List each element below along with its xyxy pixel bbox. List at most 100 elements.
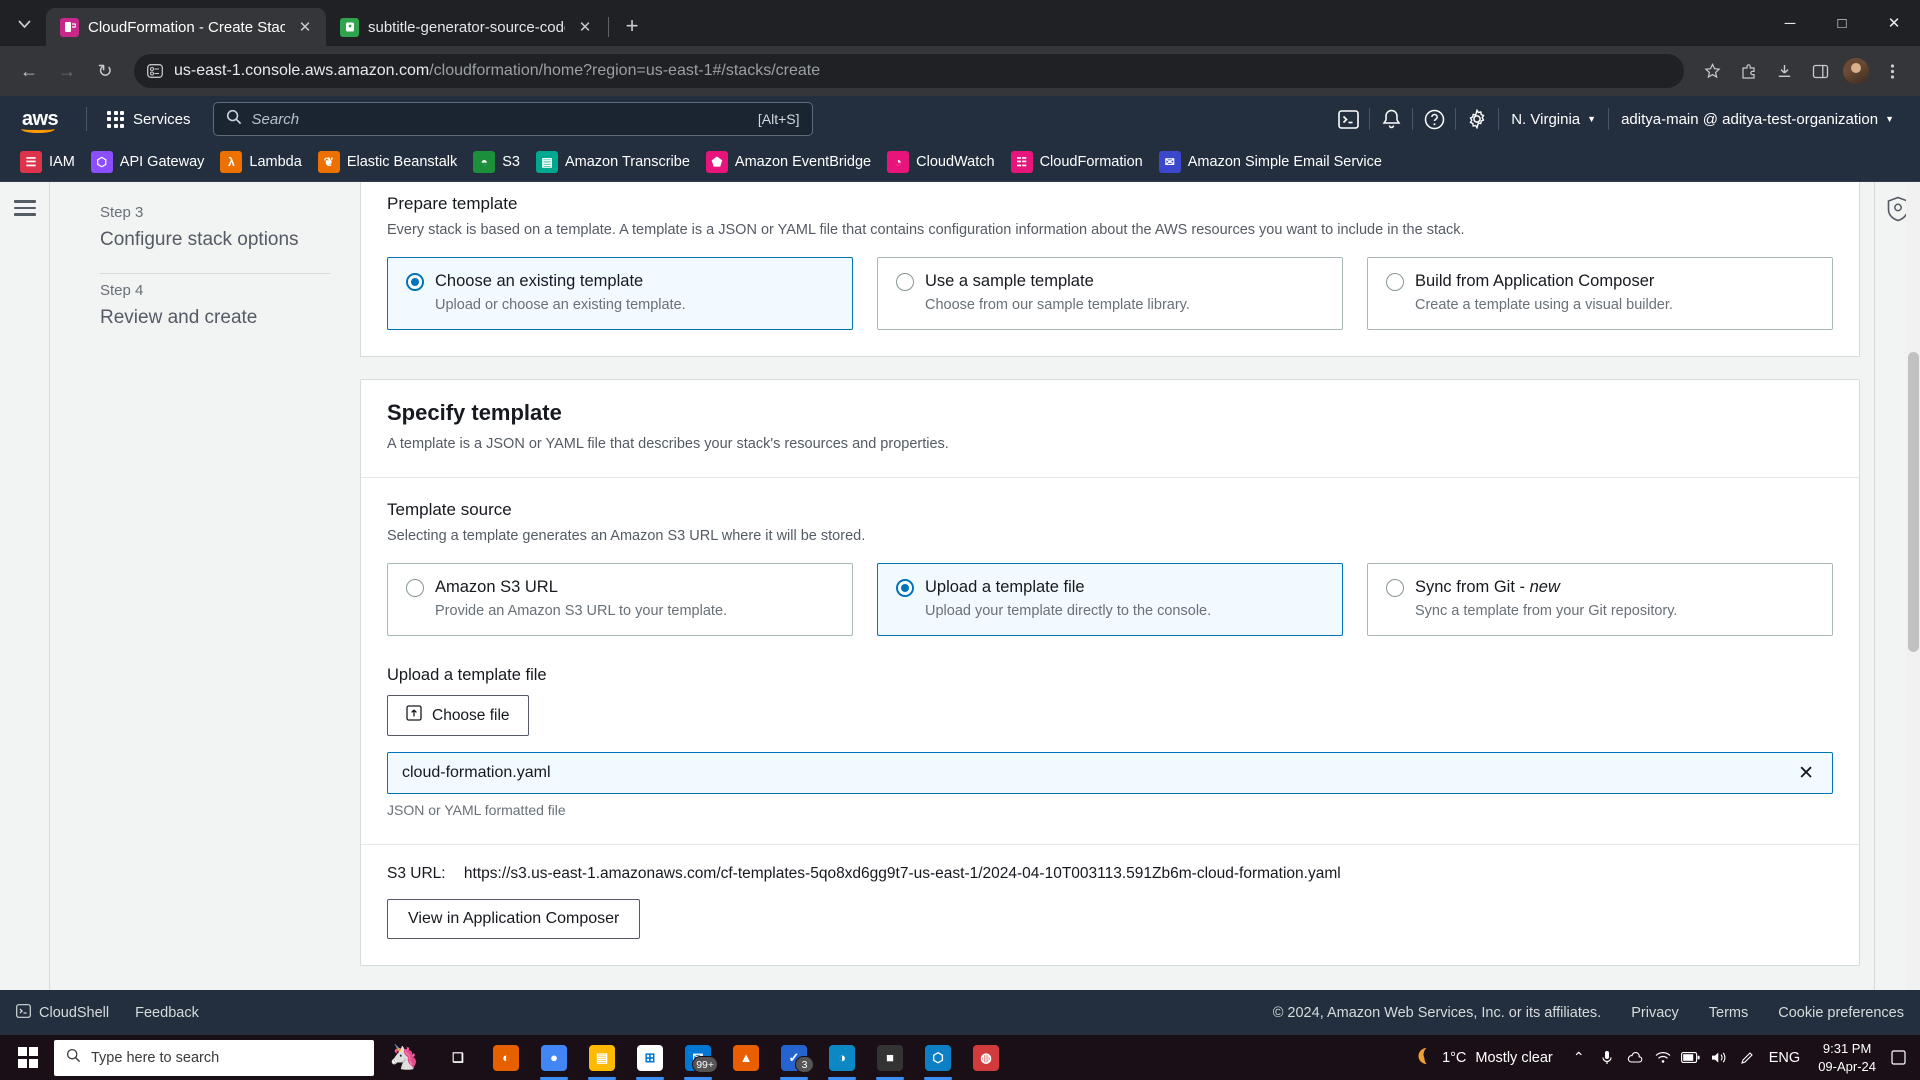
bookmark-star-icon[interactable] bbox=[1696, 55, 1728, 87]
bookmark-elastic-beanstalk[interactable]: ❦ Elastic Beanstalk bbox=[312, 147, 467, 177]
taskbar-vscode-icon[interactable]: ⬡ bbox=[914, 1035, 962, 1080]
radio-button-icon[interactable] bbox=[1386, 578, 1404, 597]
option-label: Amazon S3 URL bbox=[435, 578, 558, 597]
microphone-icon[interactable] bbox=[1593, 1035, 1621, 1080]
search-icon bbox=[66, 1048, 81, 1067]
onedrive-icon[interactable] bbox=[1621, 1035, 1649, 1080]
wizard-step-3[interactable]: Step 3 Configure stack options bbox=[100, 196, 330, 273]
footer-link-cookie-preferences[interactable]: Cookie preferences bbox=[1778, 1005, 1904, 1021]
aws-logo[interactable]: aws bbox=[14, 104, 66, 134]
clock-widget[interactable]: 9:31 PM 09-Apr-24 bbox=[1808, 1040, 1886, 1075]
back-button-icon[interactable]: ← bbox=[12, 54, 46, 88]
language-indicator[interactable]: ENG bbox=[1761, 1050, 1808, 1066]
bookmark-amazon-simple-email-service[interactable]: ✉ Amazon Simple Email Service bbox=[1153, 147, 1392, 177]
network-icon[interactable] bbox=[1649, 1035, 1677, 1080]
page-info-icon[interactable] bbox=[146, 62, 164, 80]
radio-amazon-s3-url[interactable]: Amazon S3 URL Provide an Amazon S3 URL t… bbox=[387, 563, 853, 637]
radio-button-icon[interactable] bbox=[896, 272, 914, 291]
uploaded-file-input[interactable]: cloud-formation.yaml ✕ bbox=[387, 752, 1833, 795]
bookmark-lambda[interactable]: λ Lambda bbox=[214, 147, 311, 177]
window-maximize-button[interactable]: □ bbox=[1816, 0, 1868, 46]
cloudshell-label: CloudShell bbox=[39, 1004, 110, 1021]
start-button[interactable] bbox=[4, 1035, 52, 1080]
tab-close-icon[interactable]: ✕ bbox=[574, 16, 596, 38]
bookmark-iam[interactable]: ☰ IAM bbox=[14, 147, 85, 177]
taskbar-microsoft-store-icon[interactable]: ⊞ bbox=[626, 1035, 674, 1080]
taskbar-todo-icon[interactable]: ✓ 3 bbox=[770, 1035, 818, 1080]
view-in-application-composer-button[interactable]: View in Application Composer bbox=[387, 899, 641, 940]
taskbar-terminal-icon[interactable]: ■ bbox=[866, 1035, 914, 1080]
taskbar-vlc-icon[interactable]: ▲ bbox=[722, 1035, 770, 1080]
radio-sync-from-git[interactable]: Sync from Git - new Sync a template from… bbox=[1367, 563, 1833, 637]
services-menu-button[interactable]: Services bbox=[99, 105, 199, 134]
footer-link-terms[interactable]: Terms bbox=[1709, 1005, 1748, 1021]
notifications-bell-icon[interactable] bbox=[1370, 98, 1412, 140]
radio-button-icon[interactable] bbox=[896, 578, 914, 597]
taskbar-file-explorer-icon[interactable]: ▤ bbox=[578, 1035, 626, 1080]
bookmark-amazon-transcribe[interactable]: ▤ Amazon Transcribe bbox=[530, 147, 700, 177]
footer-feedback-link[interactable]: Feedback bbox=[135, 1005, 199, 1021]
volume-icon[interactable] bbox=[1705, 1035, 1733, 1080]
forward-button-icon[interactable]: → bbox=[50, 54, 84, 88]
footer-cloudshell-button[interactable]: CloudShell bbox=[16, 1003, 110, 1022]
radio-choose-existing-template[interactable]: Choose an existing template Upload or ch… bbox=[387, 257, 853, 331]
aws-favorites-bar: ☰ IAM ⬡ API Gateway λ Lambda ❦ Elastic Beanstal… bbox=[0, 142, 1920, 182]
pen-icon[interactable] bbox=[1733, 1035, 1761, 1080]
system-tray: 1°C Mostly clear ⌃ ENG 9:31 PM 09-Apr-24 bbox=[1401, 1035, 1916, 1080]
hamburger-menu-icon[interactable] bbox=[13, 196, 36, 990]
aws-search-input[interactable]: Search [Alt+S] bbox=[212, 102, 813, 136]
aws-console-footer: CloudShell Feedback © 2024, Amazon Web S… bbox=[0, 990, 1920, 1035]
wizard-step-4[interactable]: Step 4 Review and create bbox=[100, 274, 330, 351]
bookmark-cloudwatch[interactable]: ◔ CloudWatch bbox=[881, 147, 1004, 177]
help-circle-icon[interactable] bbox=[1413, 98, 1455, 140]
bookmark-api-gateway[interactable]: ⬡ API Gateway bbox=[85, 147, 215, 177]
radio-use-sample-template[interactable]: Use a sample template Choose from our sa… bbox=[877, 257, 1343, 331]
radio-upload-a-template-file[interactable]: Upload a template file Upload your templ… bbox=[877, 563, 1343, 637]
new-tab-button[interactable]: + bbox=[615, 9, 649, 43]
tab-title: subtitle-generator-source-code bbox=[368, 18, 565, 36]
page-scrollbar-thumb[interactable] bbox=[1908, 352, 1919, 652]
taskbar-search-input[interactable]: Type here to search bbox=[54, 1039, 374, 1076]
taskbar-firefox-icon[interactable]: ◐ bbox=[482, 1035, 530, 1080]
reload-button-icon[interactable]: ↻ bbox=[88, 54, 122, 88]
taskbar-chrome-icon[interactable]: ● bbox=[530, 1035, 578, 1080]
clear-file-icon[interactable]: ✕ bbox=[1794, 762, 1818, 785]
profile-avatar[interactable] bbox=[1843, 58, 1869, 84]
bookmark-amazon-eventbridge[interactable]: ⬟ Amazon EventBridge bbox=[700, 147, 881, 177]
battery-icon[interactable] bbox=[1677, 1035, 1705, 1080]
cloudshell-icon[interactable] bbox=[1327, 98, 1369, 140]
browser-tab-cloudformation[interactable]: CloudFormation - Create Stack ✕ bbox=[46, 8, 326, 46]
address-bar[interactable]: us-east-1.console.aws.amazon.com/cloudfo… bbox=[134, 54, 1684, 88]
side-panel-icon[interactable] bbox=[1804, 55, 1836, 87]
extensions-icon[interactable] bbox=[1732, 55, 1764, 87]
window-minimize-button[interactable]: ─ bbox=[1764, 0, 1816, 46]
bookmark-s3[interactable]: ◓ S3 bbox=[467, 147, 530, 177]
radio-build-from-application-composer[interactable]: Build from Application Composer Create a… bbox=[1367, 257, 1833, 331]
radio-button-icon[interactable] bbox=[406, 272, 424, 291]
settings-gear-icon[interactable] bbox=[1456, 98, 1498, 140]
browser-tab-subtitle-generator[interactable]: subtitle-generator-source-code ✕ bbox=[326, 8, 606, 46]
more-menu-icon[interactable] bbox=[1876, 55, 1908, 87]
task-view-icon: ❑ bbox=[452, 1049, 464, 1065]
tab-search-dropdown-icon[interactable] bbox=[6, 6, 42, 42]
page-scrollbar-track[interactable] bbox=[1906, 182, 1920, 990]
taskbar-badge: 3 bbox=[795, 1056, 814, 1073]
taskbar-obs-icon[interactable]: ◍ bbox=[962, 1035, 1010, 1080]
account-selector[interactable]: aditya-main @ aditya-test-organization ▼ bbox=[1609, 103, 1906, 136]
copyright-text: © 2024, Amazon Web Services, Inc. or its… bbox=[1272, 1004, 1602, 1021]
taskbar-edge-icon[interactable]: ◑ bbox=[818, 1035, 866, 1080]
radio-button-icon[interactable] bbox=[1386, 272, 1404, 291]
taskbar-mail-icon[interactable]: ✉99+ bbox=[674, 1035, 722, 1080]
action-center-icon[interactable] bbox=[1886, 1035, 1910, 1080]
footer-link-privacy[interactable]: Privacy bbox=[1631, 1005, 1679, 1021]
tab-close-icon[interactable]: ✕ bbox=[294, 16, 316, 38]
radio-button-icon[interactable] bbox=[406, 578, 424, 597]
region-selector[interactable]: N. Virginia ▼ bbox=[1499, 103, 1608, 136]
choose-file-button[interactable]: Choose file bbox=[387, 695, 529, 737]
downloads-icon[interactable] bbox=[1768, 55, 1800, 87]
taskbar-task-view-icon[interactable]: ❑ bbox=[434, 1035, 482, 1080]
weather-widget[interactable]: 1°C Mostly clear bbox=[1401, 1046, 1565, 1070]
bookmark-cloudformation[interactable]: ☷ CloudFormation bbox=[1005, 147, 1153, 177]
chevron-up-icon[interactable]: ⌃ bbox=[1565, 1035, 1593, 1080]
window-close-button[interactable]: ✕ bbox=[1868, 0, 1920, 46]
